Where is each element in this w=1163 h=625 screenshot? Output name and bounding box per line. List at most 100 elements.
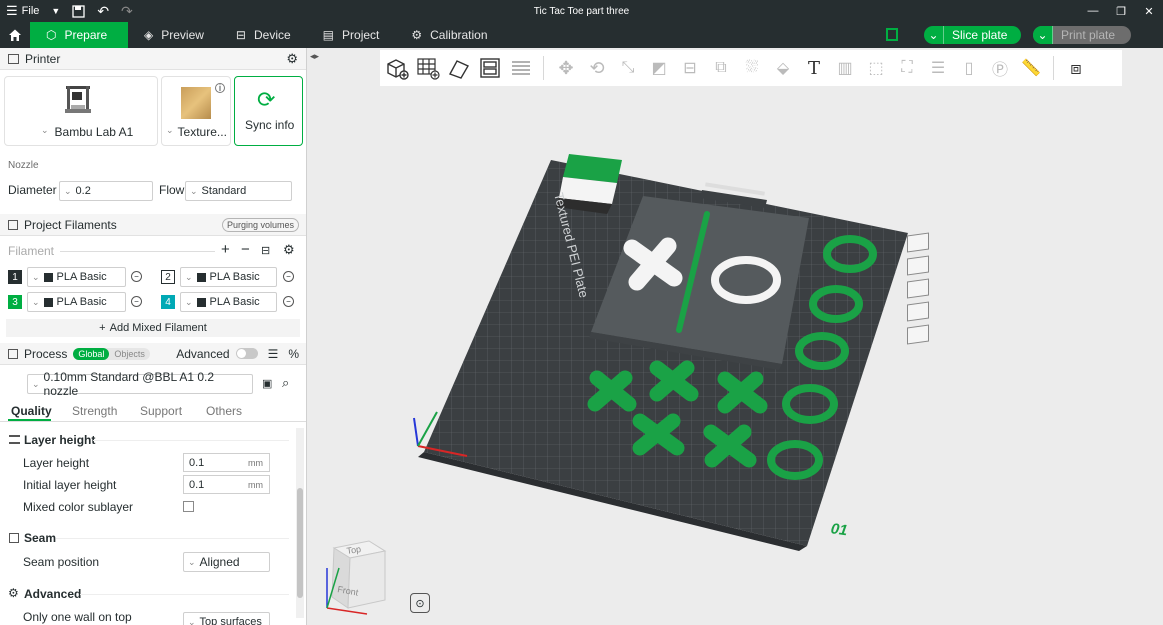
process-section-header: Process Global Objects Advanced ☰ %	[0, 343, 306, 365]
chevron-down-icon: ⌄	[185, 296, 193, 307]
mixed-sublayer-label: Mixed color sublayer	[23, 500, 134, 514]
redo-icon[interactable]: ↷	[115, 0, 139, 22]
filament-name-1: PLA Basic	[56, 271, 107, 283]
minimize-icon[interactable]: —	[1079, 0, 1107, 22]
filament-remove-icon[interactable]: −	[131, 271, 142, 282]
plate-sidebar-icon[interactable]	[886, 28, 898, 41]
chevron-down-icon[interactable]: ⌄	[1033, 26, 1053, 44]
flow-select[interactable]: ⌄ Standard	[185, 181, 292, 201]
tab-calibration[interactable]: ⚙ Calibration	[395, 22, 503, 48]
filament-color-swatch	[196, 297, 206, 307]
filament-select-4[interactable]: ⌄ PLA Basic	[180, 292, 277, 312]
filament-color-swatch	[43, 297, 53, 307]
chevron-down-icon: ⌄	[41, 125, 49, 135]
printer-model-icon	[65, 86, 91, 113]
seam-position-select[interactable]: ⌄ Aligned	[183, 552, 270, 572]
maximize-icon[interactable]: ❐	[1107, 0, 1135, 22]
save-icon[interactable]	[66, 0, 91, 22]
layer-height-icon	[9, 435, 20, 444]
subtab-quality[interactable]: Quality	[11, 404, 52, 418]
settings-scrollbar[interactable]	[296, 428, 304, 618]
subtab-others[interactable]: Others	[206, 404, 242, 418]
layer-height-input[interactable]: 0.1 mm	[183, 453, 270, 472]
seam-icon	[9, 533, 19, 543]
tab-project[interactable]: ▤ Project	[307, 22, 396, 48]
global-label[interactable]: Global	[73, 347, 110, 360]
arrange-plate-icon[interactable]	[907, 278, 929, 299]
home-button[interactable]	[0, 22, 30, 48]
fit-view-icon[interactable]: ⊙	[410, 593, 430, 613]
chevron-down-icon[interactable]: ⌄	[924, 26, 944, 44]
filament-select-1[interactable]: ⌄ PLA Basic	[27, 267, 126, 287]
filament-color-swatch	[43, 272, 53, 282]
objects-label[interactable]: Objects	[109, 348, 150, 360]
global-toggle[interactable]: Global Objects	[73, 347, 150, 360]
filament-settings-icon[interactable]: ⚙	[283, 242, 295, 258]
add-filament-icon[interactable]: +	[221, 241, 230, 258]
process-icon	[8, 348, 18, 359]
3d-viewport[interactable]: ◂▸ ✥ ⟲ ⤡ ◩ ⊟ ⧉ ⛆ ⬙ T ▥ ⬚ ⛶ ☰ ▯ Ⓟ 📏 ⧈ Tex…	[307, 48, 1163, 625]
process-header: Process	[24, 346, 68, 361]
lock-plate-icon[interactable]	[907, 301, 929, 322]
add-mixed-filament-button[interactable]: + Add Mixed Filament	[6, 319, 300, 337]
subtab-support[interactable]: Support	[140, 404, 182, 418]
subtab-strength[interactable]: Strength	[72, 404, 117, 418]
filament-select-2[interactable]: ⌄ PLA Basic	[180, 267, 277, 287]
advanced-label: Advanced	[176, 346, 230, 361]
info-icon[interactable]: i	[215, 83, 225, 93]
layer-height-label: Layer height	[23, 456, 90, 470]
plate-card[interactable]: i ⌄ Texture...	[161, 76, 231, 146]
printer-card[interactable]: ⌄ Bambu Lab A1	[4, 76, 158, 146]
chevron-down-icon[interactable]: ▼	[45, 0, 66, 22]
initial-layer-input[interactable]: 0.1 mm	[183, 475, 270, 494]
mixed-sublayer-checkbox[interactable]	[183, 501, 194, 512]
filament-remove-icon[interactable]: −	[283, 296, 294, 307]
file-menu[interactable]: ☰ File	[0, 0, 45, 22]
orient-plate-icon[interactable]	[907, 255, 929, 276]
layer-height-value: 0.1	[189, 456, 205, 469]
filament-number-2: 2	[161, 270, 175, 284]
filament-remove-icon[interactable]: −	[131, 296, 142, 307]
sync-info-label: Sync info	[245, 118, 295, 132]
cube-top-label: Top	[346, 544, 362, 556]
diameter-label: Diameter	[8, 183, 57, 197]
tab-preview[interactable]: ◈ Preview	[128, 22, 220, 48]
layer-height-section: Layer height	[24, 433, 96, 447]
printer-header: Printer	[25, 51, 61, 66]
chevron-down-icon: ⌄	[166, 125, 174, 135]
remove-filament-icon[interactable]: −	[241, 241, 250, 258]
plus-icon: +	[99, 322, 106, 334]
process-preset-select[interactable]: ⌄ 0.10mm Standard @BBL A1 0.2 nozzle	[27, 370, 253, 398]
chevron-down-icon: ⌄	[32, 296, 40, 307]
close-icon[interactable]: ✕	[1135, 0, 1163, 22]
purging-volumes-button[interactable]: Purging volumes	[221, 217, 299, 232]
gear-icon[interactable]: ⚙	[286, 51, 298, 67]
initial-layer-label: Initial layer height	[23, 478, 117, 492]
seam-position-label: Seam position	[23, 555, 100, 569]
tab-prepare[interactable]: ⬡ Prepare	[30, 22, 128, 48]
tab-device[interactable]: ⊟ Device	[220, 22, 307, 48]
delete-plate-icon[interactable]	[907, 232, 929, 253]
sync-info-button[interactable]: ⟳ Sync info	[234, 76, 303, 146]
chevron-down-icon: ⌄	[185, 271, 193, 282]
seam-section: Seam	[24, 531, 57, 545]
one-wall-value: Top surfaces	[199, 616, 262, 625]
diameter-value: 0.2	[75, 185, 91, 197]
list-icon[interactable]: ☰	[268, 347, 279, 361]
advanced-toggle[interactable]	[235, 348, 258, 359]
tab-prepare-label: Prepare	[64, 28, 108, 42]
auto-refill-icon[interactable]: ⊟	[261, 244, 270, 257]
one-wall-select[interactable]: ⌄ Top surfaces	[183, 612, 270, 625]
chevron-down-icon: ⌄	[188, 616, 196, 625]
save-preset-icon[interactable]: ▣	[262, 377, 272, 390]
filament-remove-icon[interactable]: −	[283, 271, 294, 282]
percent-icon[interactable]: %	[288, 347, 299, 361]
diameter-select[interactable]: ⌄ 0.2	[59, 181, 153, 201]
print-plate-button[interactable]: ⌄ Print plate	[1033, 26, 1132, 44]
plate-settings-icon[interactable]	[907, 324, 929, 345]
search-icon[interactable]: ⌕	[282, 375, 289, 391]
slice-plate-button[interactable]: ⌄ Slice plate	[924, 26, 1022, 44]
plate-texture-icon	[181, 87, 211, 119]
undo-icon[interactable]: ↶	[91, 0, 115, 22]
filament-select-3[interactable]: ⌄ PLA Basic	[27, 292, 126, 312]
